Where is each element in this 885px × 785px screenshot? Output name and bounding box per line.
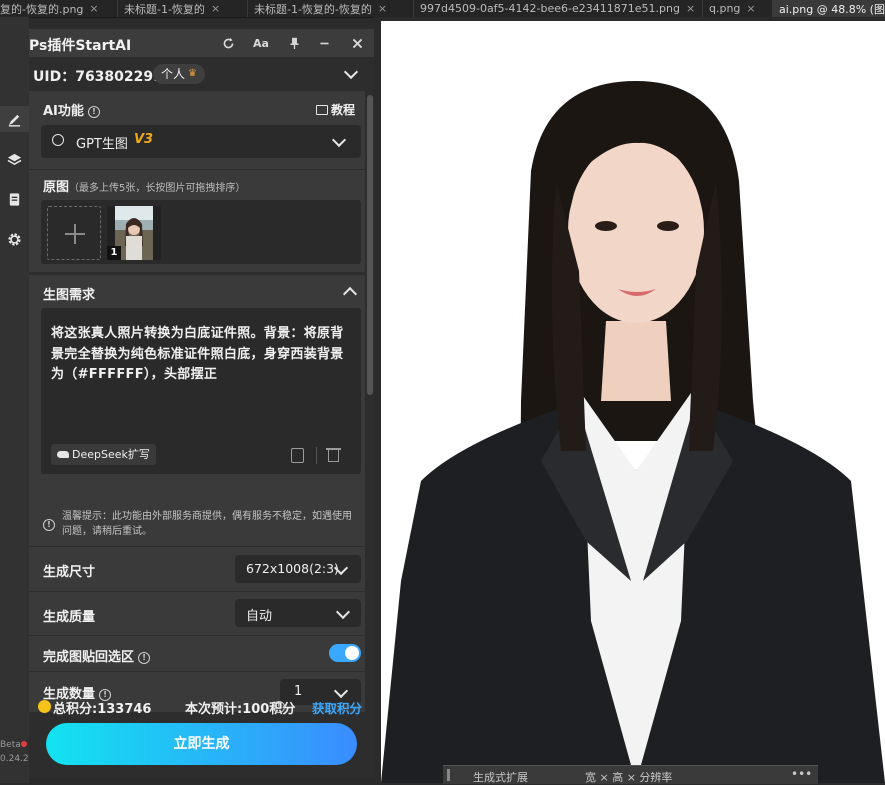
points-row: 总积分:133746 本次预计:100积分 ! 获取积分 — [29, 694, 374, 722]
total-points: 总积分:133746 — [53, 702, 152, 717]
document-tab[interactable]: 未标题-1-恢复的 × — [118, 0, 248, 17]
gpt-logo-icon — [52, 134, 64, 146]
account-type-label: 个人 — [161, 67, 186, 81]
size-label: 生成尺寸 — [43, 565, 96, 580]
close-icon[interactable] — [347, 33, 367, 53]
book-icon — [316, 105, 328, 115]
tab-label: 未标题-1-恢复的 — [124, 2, 205, 16]
crown-icon: ♛ — [188, 68, 197, 79]
size-row: 生成尺寸 672x1008(2:3) — [29, 547, 365, 591]
toggle-knob — [345, 646, 359, 660]
close-icon[interactable]: × — [378, 2, 387, 15]
close-icon[interactable]: × — [89, 2, 98, 15]
panel-scrollbar[interactable] — [366, 91, 374, 778]
paste-back-row: 完成图贴回选区! — [29, 636, 365, 671]
document-tab[interactable]: q.png × — [703, 0, 773, 17]
uploaded-image-thumbnail[interactable]: 1 — [107, 206, 161, 260]
tab-label: ai.png @ 48.8% (图层 0, — [779, 2, 885, 16]
chevron-down-icon — [331, 132, 347, 148]
account-type-badge[interactable]: 个人 ♛ — [153, 64, 205, 84]
beta-label: Beta — [0, 740, 21, 750]
image-index-badge: 1 — [107, 246, 121, 260]
brush-icon[interactable] — [0, 106, 29, 132]
tab-label: 未标题-1-恢复的-恢复的 — [254, 2, 372, 16]
pin-icon[interactable] — [284, 33, 304, 53]
chevron-down-icon — [335, 604, 351, 620]
generate-now-button[interactable]: 立即生成 — [46, 723, 357, 765]
account-row: UID：763802291 个人 ♛ — [29, 57, 374, 91]
info-icon[interactable]: ! — [273, 701, 285, 713]
model-version-badge: V3 — [134, 132, 154, 147]
document-tab[interactable]: 未标题-1-恢复的-恢复的 × — [248, 0, 414, 17]
gear-icon[interactable] — [0, 226, 29, 252]
contextual-task-bar: 生成式扩展 宽 × 高 × 分辨率 ••• — [443, 765, 818, 784]
panel-title: Ps插件StartAI — [29, 38, 132, 54]
prompt-section-body: 将这张真人照片转换为白底证件照。背景：将原背景完全替换为纯色标准证件照白底，身穿… — [29, 308, 365, 546]
deepseek-expand-button[interactable]: DeepSeek扩写 — [51, 444, 156, 465]
coin-icon — [38, 700, 51, 713]
portrait-illustration — [381, 21, 885, 783]
quality-select[interactable]: 自动 — [235, 599, 361, 627]
refresh-icon[interactable] — [218, 33, 238, 53]
tab-label: 997d4509-0af5-4142-bee6-e23411871e51.png — [420, 2, 680, 15]
quality-label: 生成质量 — [43, 610, 96, 625]
quality-row: 生成质量 自动 — [29, 592, 365, 635]
trash-icon[interactable] — [328, 450, 339, 462]
version-label: 0.24.2 — [0, 754, 29, 764]
startai-plugin-panel: Ps插件StartAI Aa UID：763802291 个人 ♛ AI功能! … — [29, 29, 374, 778]
prompt-section-header[interactable]: 生图需求 — [29, 275, 365, 308]
document-tab[interactable]: 997d4509-0af5-4142-bee6-e23411871e51.png… — [414, 0, 703, 17]
source-image-section: 原图（最多上传5张，长按图片可拖拽排序） 1 — [29, 170, 365, 272]
service-notice: 温馨提示：此功能由外部服务商提供，偶有服务不稳定，如遇使用问题，请稍后重试。 — [62, 511, 352, 537]
model-select[interactable]: GPT生图 V3 — [41, 125, 361, 158]
document-tab[interactable]: 复的-恢复的.png × — [0, 0, 118, 17]
left-toolbar: Beta 0.24.2 — [0, 17, 29, 783]
ai-function-section: AI功能! 教程 GPT生图 V3 — [29, 91, 365, 169]
quality-value: 自动 — [246, 609, 273, 624]
drag-handle[interactable] — [447, 769, 450, 781]
whale-icon — [57, 451, 69, 458]
paste-back-toggle[interactable] — [329, 644, 361, 662]
paste-back-label: 完成图贴回选区! — [43, 646, 151, 665]
close-icon[interactable]: × — [746, 2, 755, 15]
info-icon[interactable]: ! — [138, 651, 151, 664]
size-select[interactable]: 672x1008(2:3) — [235, 555, 361, 583]
get-points-link[interactable]: 获取积分 — [312, 698, 362, 717]
notification-dot — [21, 741, 27, 747]
chevron-up-icon[interactable] — [342, 286, 358, 302]
prompt-history-icon[interactable] — [291, 448, 304, 463]
document-tab-active[interactable]: ai.png @ 48.8% (图层 0, — [773, 0, 885, 17]
tab-label: q.png — [709, 2, 741, 15]
source-image-label: 原图（最多上传5张，长按图片可拖拽排序） — [43, 180, 246, 195]
notice-info-icon: ! — [43, 519, 55, 531]
prompt-textarea[interactable]: 将这张真人照片转换为白底证件照。背景：将原背景完全替换为纯色标准证件照白底，身穿… — [41, 308, 361, 474]
chevron-down-icon[interactable] — [343, 64, 359, 80]
ai-function-label: AI功能! — [43, 100, 100, 119]
image-upload-area: 1 — [41, 200, 361, 264]
minimize-icon[interactable] — [314, 33, 334, 53]
font-size-button[interactable]: Aa — [251, 33, 271, 53]
tutorial-link[interactable]: 教程 — [316, 101, 355, 118]
panel-title-bar: Ps插件StartAI Aa — [29, 29, 374, 57]
source-image-hint: （最多上传5张，长按图片可拖拽排序） — [69, 183, 246, 194]
document-icon[interactable] — [0, 186, 29, 212]
more-options-icon[interactable]: ••• — [791, 767, 812, 781]
scrollbar-thumb[interactable] — [367, 95, 373, 395]
close-icon[interactable]: × — [686, 2, 695, 15]
tab-label: 复的-恢复的.png — [0, 2, 84, 16]
prompt-text: 将这张真人照片转换为白底证件照。背景：将原背景完全替换为纯色标准证件照白底，身穿… — [51, 326, 344, 382]
layers-icon[interactable] — [0, 146, 29, 172]
user-id: UID：763802291 — [33, 69, 163, 85]
prompt-label: 生图需求 — [43, 288, 96, 303]
document-tab-bar: 复的-恢复的.png × 未标题-1-恢复的 × 未标题-1-恢复的-恢复的 ×… — [0, 0, 885, 18]
close-icon[interactable]: × — [211, 2, 220, 15]
size-value: 672x1008(2:3) — [246, 561, 339, 576]
model-name: GPT生图 — [76, 137, 128, 152]
canvas-image-portrait[interactable] — [381, 21, 885, 783]
add-image-button[interactable] — [47, 206, 101, 260]
info-icon[interactable]: ! — [87, 105, 100, 118]
